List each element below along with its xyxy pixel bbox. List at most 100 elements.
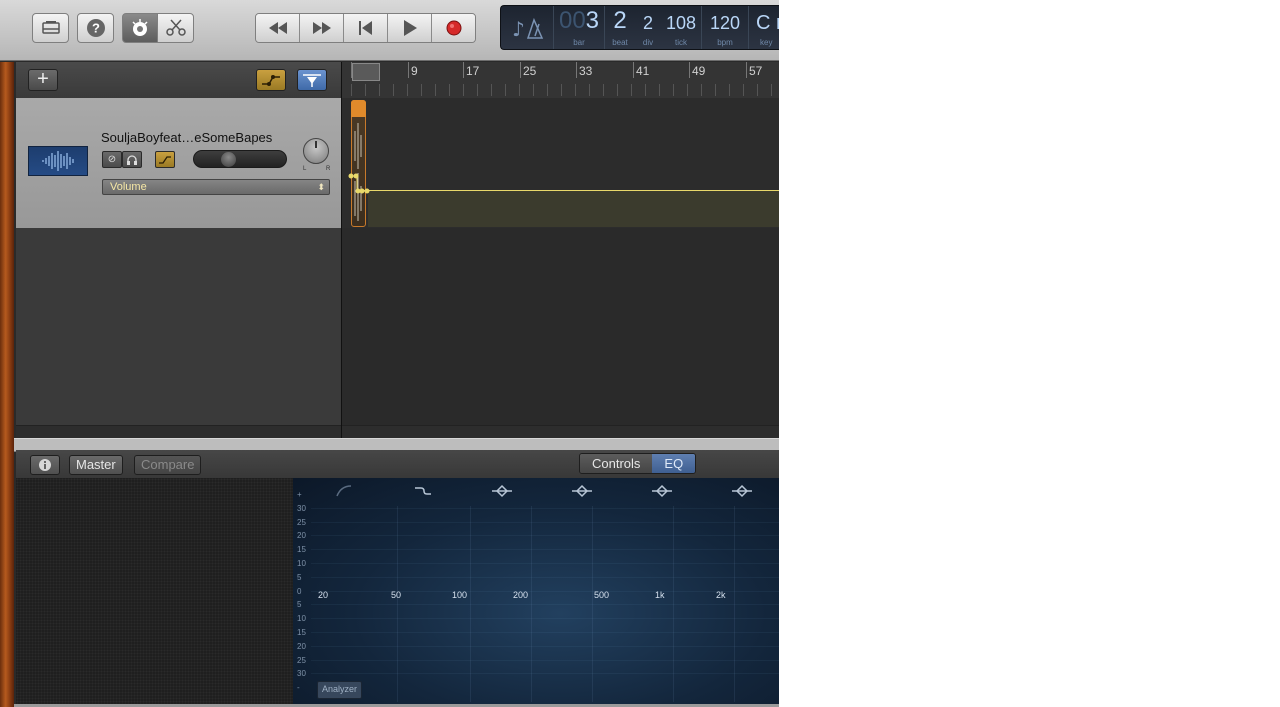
automation-parameter-select[interactable]: Volume ⬍ <box>102 179 330 195</box>
eq-db-label: 5 <box>297 600 302 610</box>
ruler-minor-tick <box>379 84 380 96</box>
fast-forward-button[interactable] <box>300 14 344 42</box>
eq-frequency-label: 2k <box>716 590 726 600</box>
rewind-button[interactable] <box>256 14 300 42</box>
track-name[interactable]: SouljaBoyfeat…eSomeBapes <box>101 130 272 145</box>
plus-icon: + <box>37 68 49 90</box>
ruler-minor-tick <box>407 84 408 96</box>
analyzer-button[interactable]: Analyzer <box>317 681 363 699</box>
info-button[interactable] <box>30 455 60 475</box>
eq-gridline <box>311 604 779 606</box>
lcd-display[interactable]: ♪ 003 bar 2 beat 2 div 108 tick 120 bpm <box>500 5 779 50</box>
eq-gridline <box>311 521 779 523</box>
ruler-minor-tick <box>771 84 772 96</box>
tick-value: 108 <box>665 13 697 33</box>
ruler-minor-tick <box>631 84 632 96</box>
eq-gridline <box>311 645 779 647</box>
eq-gridline <box>470 506 471 702</box>
metronome-icon: ♪ <box>512 17 544 41</box>
eq-gridline <box>311 590 779 592</box>
eq-db-label: 20 <box>297 641 306 651</box>
eq-db-label: 0 <box>297 586 302 596</box>
track-automation-button[interactable] <box>155 151 175 168</box>
ruler-minor-tick <box>603 84 604 96</box>
tick-display: 108 tick <box>661 6 702 49</box>
play-icon <box>403 20 417 36</box>
master-button[interactable]: Master <box>69 455 123 475</box>
tick-label: tick <box>675 38 687 47</box>
eq-db-label: 10 <box>297 614 306 624</box>
ruler-minor-tick <box>421 84 422 96</box>
eq-graph[interactable]: Analyzer +30 25 20 15 10 5 0 5 10 15 20 25 30-20 50 10… <box>293 478 779 704</box>
audio-track-header[interactable]: SouljaBoyfeat…eSomeBapes ⊘ L R Volume ⬍ <box>16 98 341 229</box>
ruler-minor-tick <box>365 84 366 96</box>
go-to-beginning-button[interactable] <box>344 14 388 42</box>
catch-playhead-button[interactable] <box>297 69 327 91</box>
automation-points[interactable] <box>347 170 373 196</box>
automation-area[interactable] <box>368 191 779 227</box>
audio-region[interactable] <box>351 100 366 227</box>
waveform-icon <box>28 146 88 176</box>
timeline-ruler[interactable]: 19172533414957 <box>342 62 779 99</box>
track-volume-slider[interactable] <box>193 150 287 168</box>
editors-button[interactable] <box>157 13 194 43</box>
low-shelf-band-icon[interactable] <box>413 484 433 498</box>
eq-frequency-label: 50 <box>391 590 402 600</box>
automation-icon <box>262 75 280 86</box>
ruler-bar-number: 25 <box>523 64 537 78</box>
help-button[interactable]: ? <box>77 13 114 43</box>
bar-display: 003 bar <box>554 6 605 49</box>
smart-controls-button[interactable] <box>122 13 158 43</box>
tab-controls[interactable]: Controls <box>580 454 653 473</box>
key-value: C m <box>756 12 779 34</box>
timeline-scrollbar[interactable] <box>342 425 779 439</box>
ruler-minor-tick <box>463 84 464 96</box>
solo-button[interactable] <box>122 151 142 168</box>
pan-knob[interactable] <box>303 138 329 164</box>
track-header-empty-area[interactable] <box>16 228 341 425</box>
ruler-major-tick <box>520 62 521 78</box>
key-display[interactable]: C m key <box>749 6 779 49</box>
peak-band-4-icon[interactable] <box>731 484 753 498</box>
mute-button[interactable]: ⊘ <box>102 151 122 168</box>
ruler-bar-number: 33 <box>579 64 593 78</box>
eq-gridline <box>673 506 674 702</box>
mute-icon: ⊘ <box>107 154 117 165</box>
library-button[interactable] <box>32 13 69 43</box>
eq-frequency-label: 1k <box>655 590 665 600</box>
tab-eq[interactable]: EQ <box>652 454 696 473</box>
volume-automation-line[interactable] <box>360 190 779 191</box>
compare-button[interactable]: Compare <box>134 455 202 475</box>
ruler-minor-tick <box>491 84 492 96</box>
audio-region-header[interactable] <box>351 100 366 117</box>
eq-frequency-label: 20 <box>318 590 329 600</box>
tracks-empty-area[interactable] <box>342 228 779 425</box>
metronome-count-in[interactable]: ♪ <box>501 6 554 49</box>
eq-db-label: 20 <box>297 531 306 541</box>
eq-db-label: 25 <box>297 655 306 665</box>
peak-band-1-icon[interactable] <box>491 484 513 498</box>
div-display: 2 div <box>635 6 661 49</box>
smart-controls-tabs: Controls EQ <box>579 453 697 474</box>
add-track-button[interactable]: + <box>28 69 58 91</box>
peak-band-3-icon[interactable] <box>651 484 673 498</box>
play-button[interactable] <box>388 14 432 42</box>
ruler-minor-tick <box>701 84 702 96</box>
ruler-bar-number: 9 <box>411 64 418 78</box>
ruler-bar-number: 41 <box>636 64 650 78</box>
ruler-minor-tick <box>477 84 478 96</box>
eq-gridline <box>311 507 779 509</box>
record-button[interactable] <box>432 14 475 42</box>
volume-slider-knob[interactable] <box>221 152 236 167</box>
ruler-minor-tick <box>659 84 660 96</box>
show-automation-button[interactable] <box>256 69 286 91</box>
eq-gridline <box>311 659 779 661</box>
eq-db-label: 15 <box>297 545 306 555</box>
playhead-marker[interactable] <box>352 63 380 81</box>
low-cut-band-icon[interactable] <box>335 484 353 498</box>
tempo-display[interactable]: 120 bpm <box>702 6 749 49</box>
peak-band-2-icon[interactable] <box>571 484 593 498</box>
track-header-scrollbar[interactable] <box>16 425 341 439</box>
eq-frequency-label: 500 <box>594 590 610 600</box>
ruler-minor-tick <box>715 84 716 96</box>
